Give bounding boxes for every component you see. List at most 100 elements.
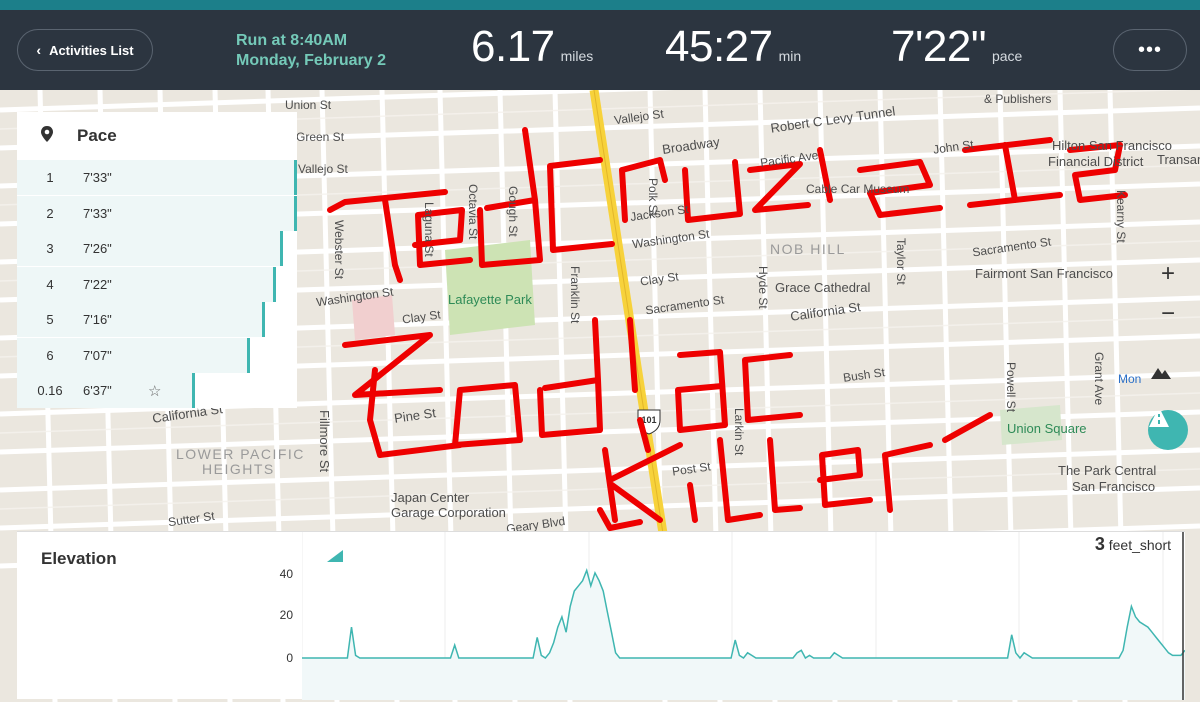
map-label-park-central: The Park Central (1058, 463, 1157, 478)
pace-mile-value: 6'37" (83, 383, 112, 398)
mountain-icon (1151, 368, 1171, 379)
map-label-gough-st: Gough St (506, 186, 520, 237)
star-icon[interactable]: ☆ (148, 382, 161, 400)
map-label-garage-corporation: Garage Corporation (391, 505, 506, 520)
pace-header: Pace (17, 112, 297, 160)
pace-row[interactable]: 4 7'22" (17, 266, 297, 302)
elevation-area (302, 570, 1185, 700)
elevation-panel: Elevation 3 feet_short 40 20 0 (17, 531, 1185, 700)
run-title: Run at 8:40AM Monday, February 2 (236, 31, 386, 71)
pace-value: 7'22" (891, 22, 986, 71)
map-label-larkin-st: Larkin St (732, 408, 746, 456)
map-label-japan-center: Japan Center (391, 490, 470, 505)
zoom-in-button[interactable]: + (1150, 256, 1186, 292)
distance-value: 6.17 (471, 22, 555, 71)
map-label-grace-cathedral: Grace Cathedral (775, 280, 871, 295)
pace-bar (294, 195, 297, 231)
pace-bar (280, 231, 284, 266)
pace-mile-number: 4 (46, 276, 54, 292)
pace-mile-value: 7'26" (83, 241, 112, 256)
pace-mile-number: 6 (46, 347, 54, 363)
duration-value: 45:27 (665, 22, 773, 71)
pace-mile-value: 7'22" (83, 276, 112, 292)
chevron-left-icon: ‹ (36, 42, 42, 58)
map-label-polk-st: Polk St (646, 178, 660, 217)
duration-unit: min (778, 48, 802, 64)
map-label-green-st: Green St (296, 130, 345, 144)
duration-stat: 45:27 min (665, 22, 801, 72)
pace-mile-value: 7'33" (83, 170, 112, 185)
elevation-chart[interactable] (302, 532, 1185, 700)
pace-row[interactable]: 0.16 6'37" ☆ (17, 373, 297, 408)
route-view-button[interactable] (1148, 410, 1188, 450)
more-options-button[interactable]: ••• (1113, 29, 1187, 71)
pace-row[interactable]: 3 7'26" (17, 231, 297, 266)
map-label-publishers: & Publishers (984, 92, 1052, 106)
distance-stat: 6.17 miles (471, 22, 593, 72)
pace-mile-number: 3 (46, 241, 54, 256)
map-label-nob-hill: NOB HILL (770, 241, 846, 257)
pace-bar (192, 373, 196, 408)
pace-mile-value: 7'16" (83, 312, 112, 327)
map-label-vallejo-st: Vallejo St (298, 162, 348, 176)
pace-mile-number: 1 (46, 170, 54, 185)
elevation-line (302, 568, 1185, 660)
activities-list-button[interactable]: ‹ Activities List (17, 29, 153, 71)
map-label-grant-ave: Grant Ave (1092, 352, 1106, 406)
map-label-financial-district: Financial District (1048, 154, 1144, 169)
map-label-transamerica: Transam (1157, 152, 1200, 167)
pace-title: Pace (77, 126, 117, 145)
y-tick-40: 40 (279, 567, 293, 581)
pace-mile-number: 0.16 (37, 383, 63, 398)
terrain-toggle-button[interactable] (1150, 364, 1186, 400)
map-label-montgomery: Mon (1118, 372, 1142, 386)
map-label-hyde-st: Hyde St (756, 266, 770, 309)
map-label-fillmore-st: Fillmore St (317, 410, 332, 473)
pace-mile-number: 5 (46, 312, 54, 327)
pace-row[interactable]: 1 7'33" (17, 160, 297, 195)
map-label-franklin-st: Franklin St (568, 266, 582, 324)
pace-bar (272, 266, 276, 302)
pace-row[interactable]: 6 7'07" (17, 337, 297, 373)
map-label-fairmont: Fairmont San Francisco (975, 266, 1113, 281)
y-tick-20: 20 (279, 608, 293, 622)
map-label-union-st: Union St (285, 98, 332, 112)
map-label-octavia-st: Octavia St (466, 184, 480, 240)
y-tick-0: 0 (286, 651, 293, 665)
pace-mile-value: 7'07" (83, 347, 112, 363)
run-time: Run at 8:40AM (236, 32, 348, 49)
location-pin-icon (17, 125, 77, 148)
map-label-laguna-st: Laguna St (422, 202, 436, 257)
zoom-out-button[interactable]: − (1150, 296, 1186, 332)
map-label-lower-pacific: LOWER PACIFIC (176, 446, 305, 462)
pace-unit: pace (991, 48, 1023, 64)
map-label-webster-st: Webster St (332, 220, 346, 280)
pace-bar (294, 160, 297, 195)
activity-header: ‹ Activities List Run at 8:40AM Monday, … (0, 10, 1200, 90)
map-label-cable-car-museum: Cable Car Museum (806, 182, 910, 196)
map-label-hilton: Hilton San Francisco (1052, 138, 1172, 153)
plus-icon: + (1160, 260, 1175, 287)
pace-mile-number: 2 (46, 205, 54, 221)
distance-unit: miles (560, 48, 594, 64)
minus-icon: − (1160, 300, 1175, 327)
pace-splits-panel: Pace 1 7'33" 2 7'33" 3 7'26" 4 7'22" 5 7'16" 6 7'07… (17, 112, 297, 408)
road-icon (1149, 411, 1169, 427)
pace-mile-value: 7'33" (83, 205, 112, 221)
run-date: Monday, February 2 (236, 52, 386, 69)
pace-row[interactable]: 2 7'33" (17, 195, 297, 231)
pace-row[interactable]: 5 7'16" (17, 302, 297, 337)
map-label-taylor-st: Taylor St (894, 238, 908, 285)
map-label-heights: HEIGHTS (202, 461, 275, 477)
map-label-union-square: Union Square (1007, 421, 1087, 436)
pace-bar (246, 337, 250, 373)
map-label-san-francisco: San Francisco (1072, 479, 1156, 494)
pace-bar (262, 302, 266, 337)
map-label-kearny-st: Kearny St (1114, 190, 1128, 243)
elevation-header: Elevation (41, 549, 343, 569)
map-label-powell-st: Powell St (1004, 362, 1018, 413)
back-button-label: Activities List (49, 42, 134, 58)
top-accent-line (0, 0, 1200, 10)
pace-stat: 7'22" pace (891, 22, 1022, 72)
elevation-title: Elevation (41, 549, 117, 568)
